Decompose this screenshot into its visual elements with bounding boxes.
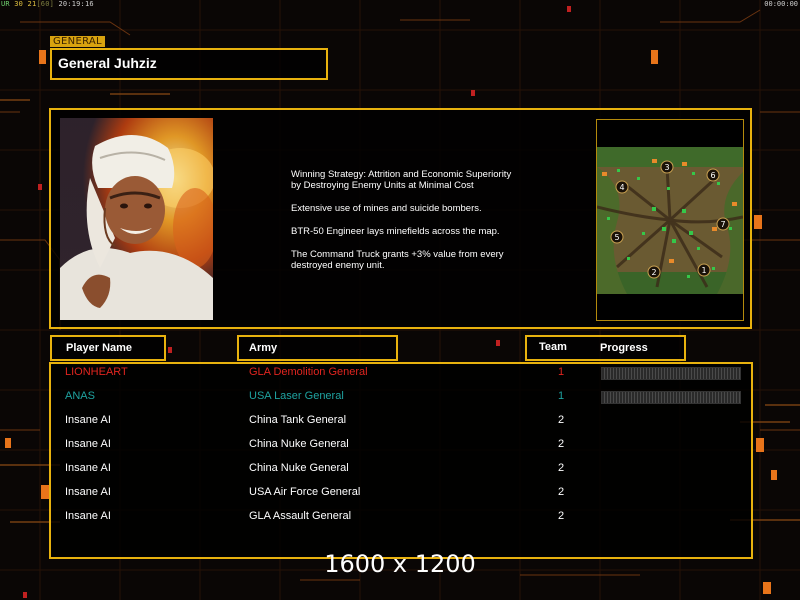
description-paragraph: BTR-50 Engineer lays minefields across t… (291, 226, 500, 237)
header-team-progress: Team Progress (525, 335, 686, 361)
player-army: China Tank General (249, 414, 347, 426)
player-army: China Nuke General (249, 438, 349, 450)
player-team: 2 (558, 438, 565, 450)
fps-label: UR (1, 0, 10, 8)
description-paragraph: The Command Truck grants +3% value from … (291, 249, 504, 271)
header-team-label: Team (539, 341, 567, 353)
fps-value: 30 (14, 0, 24, 8)
fps-limit: [60] (36, 0, 55, 8)
player-name: Insane AI (65, 414, 111, 426)
player-army: USA Laser General (249, 390, 344, 402)
table-row: ANAS USA Laser General 1 (0, 390, 800, 410)
player-team: 2 (558, 486, 565, 498)
table-row: Insane AI USA Air Force General 2 (0, 486, 800, 506)
resolution-label: 1600 x 1200 (324, 550, 476, 578)
map-preview: 1 2 3 4 5 6 7 (596, 119, 744, 321)
general-portrait (60, 118, 213, 320)
header-player-name: Player Name (50, 335, 166, 361)
general-name-box: General Juhziz (50, 48, 328, 80)
general-tag: GENERAL (50, 36, 105, 47)
player-team: 2 (558, 414, 565, 426)
start-position: 5 (614, 233, 619, 242)
table-row: Insane AI China Nuke General 2 (0, 438, 800, 458)
header-army: Army (237, 335, 398, 361)
status-readout: UR 30 21[60] 20:19:16 (1, 0, 94, 8)
player-army: China Nuke General (249, 462, 349, 474)
start-position: 2 (651, 268, 656, 277)
start-position: 3 (664, 163, 669, 172)
start-position: 7 (720, 220, 725, 229)
general-name: General Juhziz (58, 55, 157, 71)
player-army: GLA Demolition General (249, 366, 368, 378)
player-team: 2 (558, 462, 565, 474)
description-paragraph: Extensive use of mines and suicide bombe… (291, 203, 482, 214)
player-army: GLA Assault General (249, 510, 352, 522)
player-name: ANAS (65, 390, 95, 402)
player-name: Insane AI (65, 486, 111, 498)
player-name: Insane AI (65, 438, 111, 450)
header-player-label: Player Name (66, 342, 133, 354)
minimap: 1 2 3 4 5 6 7 (597, 147, 743, 294)
player-team: 1 (558, 390, 565, 402)
table-row: LIONHEART GLA Demolition General 1 (0, 366, 800, 386)
progress-bar (601, 391, 741, 404)
general-description: Winning Strategy: Attrition and Economic… (291, 169, 541, 283)
player-name: Insane AI (65, 462, 111, 474)
description-paragraph: Winning Strategy: Attrition and Economic… (291, 169, 512, 191)
start-position: 4 (619, 183, 624, 192)
table-row: Insane AI China Tank General 2 (0, 414, 800, 434)
player-name: Insane AI (65, 510, 111, 522)
table-row: Insane AI GLA Assault General 2 (0, 510, 800, 530)
header-army-label: Army (249, 342, 278, 354)
elapsed-timer: 00:00:00 (764, 0, 798, 8)
clock: 20:19:16 (58, 0, 94, 8)
table-row: Insane AI China Nuke General 2 (0, 462, 800, 482)
progress-bar (601, 367, 741, 380)
player-name: LIONHEART (65, 366, 128, 378)
header-progress-label: Progress (600, 342, 648, 354)
player-army: USA Air Force General (249, 486, 361, 498)
player-team: 2 (558, 510, 565, 522)
player-team: 1 (558, 366, 565, 378)
start-position: 6 (710, 171, 715, 180)
start-position: 1 (701, 266, 706, 275)
